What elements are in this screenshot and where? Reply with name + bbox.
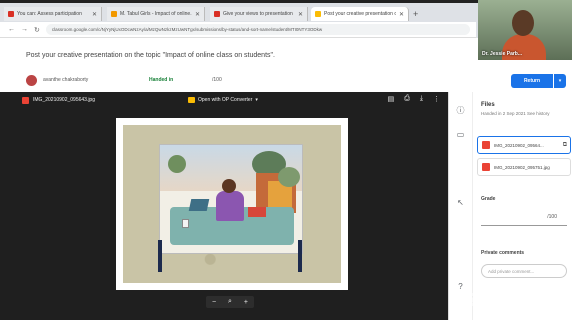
file-attachment[interactable]: IMG_20210902_09564... ⧉ (477, 136, 571, 154)
submitted-image (116, 118, 348, 290)
print-icon[interactable]: ⎙ (404, 95, 410, 103)
participant-face (512, 10, 534, 36)
image-file-icon (482, 141, 490, 149)
drawing-tree (168, 155, 186, 173)
browser-tab[interactable]: M. Tabul Girls - Impact of online... ✕ (107, 7, 205, 21)
file-name: IMG_20210902_095751.jpg (494, 164, 550, 170)
forward-icon[interactable]: → (21, 26, 28, 33)
zoom-in-button[interactable]: + (244, 299, 248, 306)
zoom-watermark: zoom (466, 284, 542, 312)
back-icon[interactable]: ← (8, 26, 15, 33)
tab-label: Give your views to presentation (223, 11, 293, 17)
cursor-icon: ↖ (457, 198, 464, 207)
binder-clip (298, 240, 302, 272)
drawing-figure-head (222, 179, 236, 193)
grade-heading: Grade (481, 196, 496, 202)
participant-name: Dr. Jessie Parb... (482, 51, 523, 57)
tab-favicon-icon (315, 11, 321, 17)
help-icon[interactable]: ? (456, 282, 465, 291)
drawing-figure (216, 191, 244, 221)
files-heading: Files (481, 102, 495, 108)
file-name: IMG_20210902_09564... (494, 142, 544, 148)
file-attachment[interactable]: IMG_20210902_095751.jpg (477, 158, 571, 176)
tab-label: You can: Assess participation (17, 11, 82, 17)
binder-clip (158, 240, 162, 272)
points-label: /100 (212, 77, 222, 83)
close-tab-icon[interactable]: ✕ (92, 11, 97, 18)
info-icon[interactable]: ⓘ (456, 106, 465, 115)
student-selector[interactable]: avanthe chakraborty Handed in (26, 74, 226, 86)
video-participant-tile: Dr. Jessie Parb... (478, 0, 572, 60)
student-drawing (159, 144, 303, 254)
image-file-icon (482, 163, 490, 171)
drawing-book (248, 207, 266, 217)
download-icon[interactable]: ⤓ (420, 95, 423, 103)
close-tab-icon[interactable]: ✕ (399, 11, 404, 18)
zoom-out-button[interactable]: − (212, 299, 216, 306)
zoom-controls: − ⌕ + (206, 296, 254, 308)
avatar (26, 74, 37, 86)
status-badge: Handed in (149, 77, 174, 83)
assignment-title: Post your creative presentation on the t… (26, 52, 275, 59)
more-options-icon[interactable]: ⋮ (433, 95, 440, 103)
zoom-icon[interactable]: ⌕ (228, 298, 232, 306)
return-button[interactable]: Return (511, 74, 553, 88)
browser-tab-active[interactable]: Post your creative presentation on... ✕ (311, 7, 409, 21)
student-name: avanthe chakraborty (43, 77, 89, 83)
drawing-tree (278, 167, 300, 187)
return-options-icon[interactable]: ▾ (554, 74, 566, 88)
new-tab-icon[interactable]: + (413, 9, 418, 19)
browser-tab[interactable]: Give your views to presentation ✕ (210, 7, 308, 21)
files-subtitle: Handed in 2 Sep 2021 See history (481, 111, 550, 116)
close-tab-icon[interactable]: ✕ (298, 11, 303, 18)
chevron-down-icon: ▾ (255, 97, 258, 103)
open-with-button[interactable]: Open with OP Converter ▾ (188, 95, 258, 105)
address-bar: ← → ↻ classroom.google.com/c/NjYyNjUxODc… (0, 22, 476, 38)
comments-icon[interactable]: ▭ (456, 130, 465, 139)
drawing-laptop (188, 199, 210, 211)
tab-label: Post your creative presentation on... (324, 11, 396, 17)
reload-icon[interactable]: ↻ (34, 26, 40, 34)
tab-favicon-icon (8, 11, 14, 17)
comment-icon[interactable]: ▤ (388, 95, 395, 103)
image-file-icon (22, 96, 29, 104)
viewer-filename: IMG_20210902_095643.jpg (33, 97, 95, 103)
tab-label: M. Tabul Girls - Impact of online... (120, 11, 192, 17)
open-file-icon[interactable]: ⧉ (563, 142, 567, 149)
browser-tab[interactable]: You can: Assess participation ✕ (4, 7, 102, 21)
close-tab-icon[interactable]: ✕ (195, 11, 200, 18)
tab-favicon-icon (111, 11, 117, 17)
grade-input[interactable]: /100 (481, 208, 567, 226)
drawing-cup (182, 219, 189, 228)
app-icon (188, 97, 195, 103)
open-with-label: Open with OP Converter (198, 97, 253, 103)
url-input[interactable]: classroom.google.com/c/NjYyNjUxODcwNzAy/… (45, 24, 470, 35)
private-comments-heading: Private comments (481, 250, 525, 256)
tab-favicon-icon (214, 11, 220, 17)
file-viewer: IMG_20210902_095643.jpg Open with OP Con… (0, 92, 448, 320)
viewer-actions: ▤ ⎙ ⤓ ⋮ (388, 95, 440, 103)
private-comment-input[interactable]: Add private comment... (481, 264, 567, 278)
